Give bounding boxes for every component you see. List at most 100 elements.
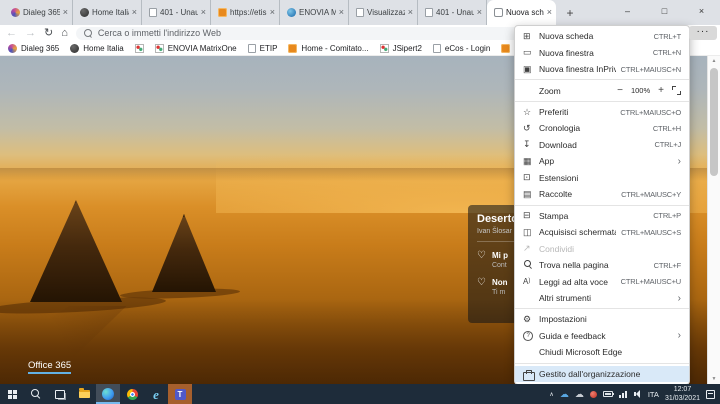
favorites-icon [523,108,539,117]
tab-401-unauth[interactable]: 401 - Unauth... [142,0,211,25]
zoom-in-button[interactable] [658,86,664,96]
document-favicon-icon [356,8,364,17]
new-tab-button[interactable] [560,3,580,23]
taskbar-search-button[interactable] [24,384,48,404]
taskbar-teams-button[interactable] [168,384,192,404]
menu-item-nuova-scheda[interactable]: Nuova schedaCTRL+T [515,28,689,44]
bookmark-home-comitato[interactable]: Home - Comitato... [288,44,368,53]
tab-home-italia[interactable]: Home Italia [73,0,142,25]
menu-item-estensioni[interactable]: Estensioni [515,170,689,186]
tray-icons [549,390,641,399]
hidden-icons-icon[interactable] [549,391,553,398]
forward-button[interactable] [25,28,36,39]
menu-separator [515,79,689,80]
menu-item-app[interactable]: App [515,153,689,169]
menu-item-download[interactable]: DownloadCTRL+J [515,137,689,153]
menu-item-stampa[interactable]: StampaCTRL+P [515,208,689,224]
menu-item-guida-e-feedback[interactable]: Guida e feedback [515,328,689,344]
menu-item-chiudi-microsoft-edge[interactable]: Chiudi Microsoft Edge [515,344,689,360]
tab-visualizzazion[interactable]: Visualizzazion... [349,0,418,25]
cloud-icon[interactable] [575,390,584,399]
menu-item-nuova-finestra-inprivate[interactable]: Nuova finestra InPrivateCTRL+MAIUSC+N [515,61,689,77]
taskbar-edge-button[interactable] [96,384,120,404]
taskbar-internet-explorer-button[interactable] [144,384,168,404]
home-button[interactable] [61,28,68,39]
tab-close-icon[interactable] [408,8,413,17]
close-window-button[interactable]: × [683,0,720,22]
fullscreen-icon[interactable] [672,86,681,95]
menu-item-altri-strumenti[interactable]: Altri strumenti [515,290,689,306]
tab-401-unautho[interactable]: 401 - Unautho... [418,0,487,25]
bookmark-etip[interactable]: ETIP [248,44,278,53]
tab-close-icon[interactable] [477,8,482,17]
image-placeholder-favicon-icon [380,44,389,53]
tab-close-icon[interactable] [201,8,206,17]
menu-item-cronologia[interactable]: CronologiaCTRL+H [515,120,689,136]
tab-bar: Dialeg 365Home Italia401 - Unauth...http… [0,0,720,25]
scrollbar-down-icon[interactable]: ▼ [708,374,720,384]
taskbar-chrome-button[interactable] [120,384,144,404]
tab-enovia-matr[interactable]: ENOVIA Matr... [280,0,349,25]
bookmark-ecos-login[interactable]: eCos - Login [433,44,490,53]
taskbar-clock[interactable]: 12:07 31/03/2021 [665,385,700,403]
find-icon [523,260,539,270]
bookmark-label: ENOVIA MatrixOne [168,44,237,53]
document-favicon-icon [248,44,256,53]
bookmark-icon-only[interactable] [135,44,144,53]
action-center-icon[interactable] [706,390,715,399]
menu-item-nuova-finestra[interactable]: Nuova finestraCTRL+N [515,44,689,60]
office-365-link[interactable]: Office 365 [28,360,71,374]
tab-close-icon[interactable] [270,8,275,17]
tab-https-etispro[interactable]: https://etispro [211,0,280,25]
settings-and-more-button[interactable] [689,26,717,40]
dynamics-favicon-icon [11,8,20,17]
like-heart-icon [477,251,486,261]
submenu-arrow-icon [678,156,681,167]
menu-item-zoom[interactable]: Zoom100% [515,82,689,98]
menu-item-raccolte[interactable]: RaccolteCTRL+MAIUSC+Y [515,186,689,202]
maximize-window-button[interactable]: □ [646,0,683,22]
tab-nuova-scheda[interactable]: Nuova scheda [487,0,556,25]
tab-close-icon[interactable] [132,8,137,17]
menu-item-gestito-dall-organizzazione[interactable]: Gestito dall'organizzazione [515,366,689,382]
onedrive-icon[interactable] [560,390,569,399]
bookmark-dialeg-365[interactable]: Dialeg 365 [8,44,59,53]
menu-separator [515,308,689,309]
battery-icon[interactable] [603,391,613,397]
menu-item-leggi-ad-alta-voce[interactable]: Leggi ad alta voceCTRL+MAIUSC+U [515,273,689,289]
menu-item-label: Acquisisci schermata Web [539,227,616,237]
zoom-out-button[interactable] [617,86,623,96]
taskbar-file-explorer-button[interactable] [72,384,96,404]
menu-item-label: Preferiti [539,107,615,117]
taskbar-start-button[interactable] [0,384,24,404]
read-aloud-icon [523,277,539,286]
tab-dialeg-365[interactable]: Dialeg 365 [4,0,73,25]
refresh-button[interactable] [44,28,53,39]
tab-close-icon[interactable] [547,8,552,17]
menu-item-trova-nella-pagina[interactable]: Trova nella paginaCTRL+F [515,257,689,273]
like-sublabel: Cont [492,262,508,269]
image-placeholder-favicon-icon [135,44,144,53]
tab-close-icon[interactable] [63,8,68,17]
bookmark-jsipert2[interactable]: JSipert2 [380,44,422,53]
menu-item-label: Raccolte [539,189,616,199]
minimize-window-button[interactable]: – [609,0,646,22]
enovia-favicon-icon [287,8,296,17]
taskbar-task-view-button[interactable] [48,384,72,404]
network-icon[interactable] [619,391,628,398]
menu-item-impostazioni[interactable]: Impostazioni [515,311,689,327]
scrollbar-thumb[interactable] [710,68,718,176]
scrollbar-up-icon[interactable]: ▲ [708,56,720,66]
language-indicator[interactable]: ITA [648,390,659,399]
dark-globe-favicon-icon [70,44,79,53]
defender-icon[interactable] [590,391,597,398]
tab-close-icon[interactable] [339,8,344,17]
back-button[interactable] [6,28,17,39]
bookmark-home-italia[interactable]: Home Italia [70,44,123,53]
volume-icon[interactable] [634,390,642,398]
page-scrollbar[interactable]: ▲ ▼ [707,56,720,384]
bookmark-enovia-matrixone[interactable]: ENOVIA MatrixOne [155,44,237,53]
menu-item-preferiti[interactable]: PreferitiCTRL+MAIUSC+O [515,104,689,120]
menu-item-acquisisci-schermata-web[interactable]: Acquisisci schermata WebCTRL+MAIUSC+S [515,224,689,240]
bookmark-label: Home Italia [83,44,123,53]
